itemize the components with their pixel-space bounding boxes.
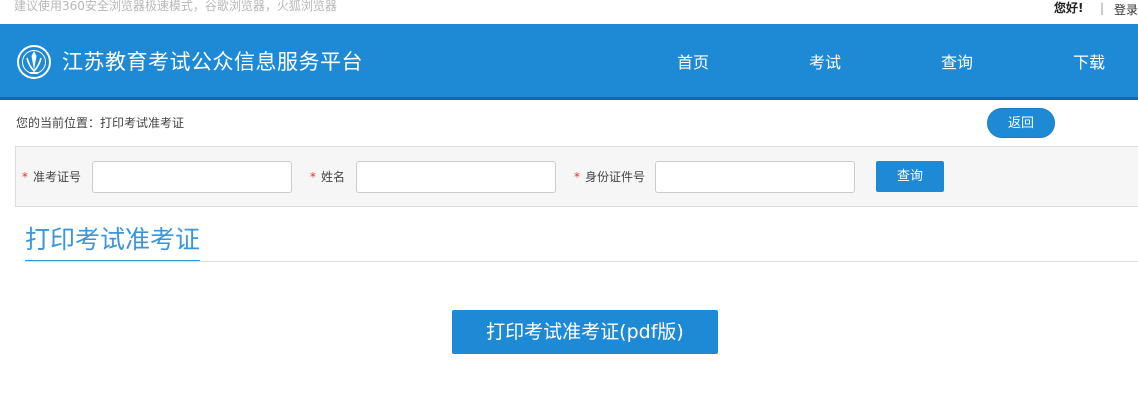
- nav-item-download[interactable]: 下载: [1073, 52, 1105, 74]
- name-label: * 姓名: [310, 169, 345, 185]
- id-number-label: * 身份证件号: [574, 169, 645, 185]
- site-header: 江苏教育考试公众信息服务平台 首页 考试 查询 下载: [0, 24, 1138, 100]
- graduation-logo-icon: [17, 45, 51, 79]
- login-link[interactable]: 登录: [1114, 2, 1138, 18]
- nav-item-exam[interactable]: 考试: [809, 52, 841, 74]
- section-divider: [25, 261, 1138, 262]
- id-number-input[interactable]: [655, 161, 855, 193]
- required-mark: *: [22, 170, 28, 184]
- required-mark: *: [310, 170, 316, 184]
- browser-tip: 建议使用360安全浏览器极速模式，谷歌浏览器，火狐浏览器: [14, 0, 337, 13]
- nav-item-query[interactable]: 查询: [941, 52, 973, 74]
- name-input[interactable]: [356, 161, 556, 193]
- ticket-number-input[interactable]: [92, 161, 292, 193]
- breadcrumb: 您的当前位置：打印考试准考证: [16, 116, 185, 130]
- section-title: 打印考试准考证: [25, 224, 201, 262]
- topbar-separator: |: [1100, 1, 1105, 15]
- print-admission-ticket-button[interactable]: 打印考试准考证(pdf版): [452, 310, 718, 354]
- ticket-number-label-text: 准考证号: [33, 170, 82, 184]
- name-label-text: 姓名: [321, 170, 346, 184]
- top-bar: 建议使用360安全浏览器极速模式，谷歌浏览器，火狐浏览器 您好! | 登录: [0, 0, 1138, 24]
- nav-item-home[interactable]: 首页: [677, 52, 709, 74]
- search-form: * 准考证号 * 姓名 * 身份证件号 查询: [15, 146, 1138, 207]
- greeting-text: 您好!: [1054, 1, 1084, 15]
- id-number-label-text: 身份证件号: [585, 170, 646, 184]
- ticket-number-label: * 准考证号: [22, 169, 81, 185]
- required-mark: *: [574, 170, 580, 184]
- back-button[interactable]: 返回: [987, 108, 1055, 138]
- site-title: 江苏教育考试公众信息服务平台: [62, 50, 363, 74]
- query-button[interactable]: 查询: [876, 161, 944, 192]
